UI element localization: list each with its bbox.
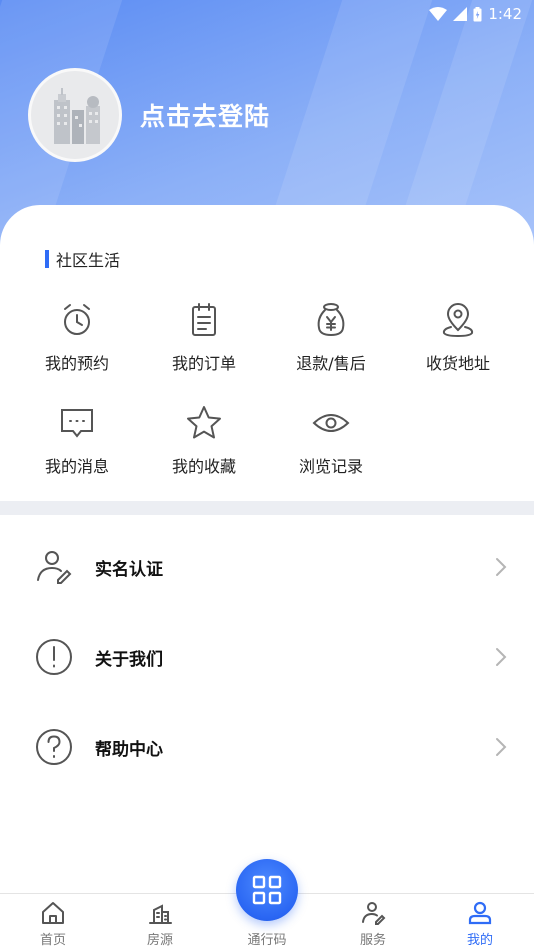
avatar[interactable] bbox=[28, 68, 122, 162]
message-icon bbox=[61, 409, 93, 438]
chevron-right-icon bbox=[496, 648, 507, 666]
qr-code-icon bbox=[252, 875, 282, 905]
grid-label: 退款/售后 bbox=[296, 354, 366, 373]
menu-label: 实名认证 bbox=[95, 559, 163, 580]
profile-login-area[interactable]: 点击去登陆 bbox=[28, 68, 270, 162]
battery-icon bbox=[473, 6, 482, 21]
profile-icon bbox=[468, 901, 492, 925]
chevron-right-icon bbox=[496, 738, 507, 756]
login-prompt[interactable]: 点击去登陆 bbox=[140, 97, 270, 133]
status-bar: 1:42 bbox=[0, 0, 534, 28]
money-bag-icon bbox=[317, 303, 345, 337]
help-circle-icon bbox=[36, 729, 72, 765]
grid-item-messages[interactable]: 我的消息 bbox=[13, 403, 141, 477]
user-edit-icon bbox=[37, 551, 72, 584]
star-icon bbox=[187, 406, 221, 439]
grid-item-appointment[interactable]: 我的预约 bbox=[13, 300, 141, 374]
title-accent-bar bbox=[45, 250, 49, 268]
tab-label: 首页 bbox=[39, 933, 66, 948]
grid-item-favorites[interactable]: 我的收藏 bbox=[140, 403, 268, 477]
grid-label: 我的收藏 bbox=[171, 457, 236, 476]
service-user-icon bbox=[362, 902, 386, 925]
grid-label: 我的消息 bbox=[44, 457, 109, 476]
menu-about-us[interactable]: 关于我们 bbox=[0, 612, 534, 702]
grid-label: 收货地址 bbox=[425, 354, 490, 373]
tab-label: 我的 bbox=[466, 933, 493, 948]
community-card: 社区生活 我的预约 我的订单 退款/售后 收货地址 我的消息 我的收藏 浏览记录 bbox=[0, 205, 534, 501]
clipboard-icon bbox=[192, 303, 216, 336]
section-title: 社区生活 bbox=[45, 247, 120, 271]
grid-item-refund[interactable]: 退款/售后 bbox=[267, 300, 395, 374]
signal-icon bbox=[453, 7, 468, 21]
grid-label: 我的订单 bbox=[171, 354, 236, 373]
grid-item-orders[interactable]: 我的订单 bbox=[140, 300, 268, 374]
menu-label: 帮助中心 bbox=[95, 739, 163, 760]
tab-home[interactable]: 首页 bbox=[13, 894, 93, 950]
section-divider bbox=[0, 501, 534, 515]
grid-label: 浏览记录 bbox=[298, 457, 363, 476]
home-icon bbox=[42, 902, 64, 924]
menu-label: 关于我们 bbox=[95, 649, 163, 670]
pass-code-label[interactable]: 通行码 bbox=[226, 929, 308, 948]
chevron-right-icon bbox=[496, 558, 507, 576]
menu-help-center[interactable]: 帮助中心 bbox=[0, 702, 534, 792]
section-title-text: 社区生活 bbox=[56, 251, 121, 270]
tab-services[interactable]: 服务 bbox=[333, 894, 413, 950]
building-avatar-icon bbox=[54, 88, 100, 144]
tab-listings[interactable]: 房源 bbox=[120, 894, 200, 950]
alarm-clock-icon bbox=[64, 304, 90, 335]
eye-icon bbox=[312, 414, 350, 432]
grid-item-address[interactable]: 收货地址 bbox=[394, 300, 522, 374]
building-icon bbox=[149, 904, 172, 924]
info-circle-icon bbox=[36, 639, 72, 675]
tab-label: 服务 bbox=[359, 933, 386, 948]
tab-mine[interactable]: 我的 bbox=[440, 894, 520, 950]
tab-label: 房源 bbox=[146, 933, 173, 948]
wifi-icon bbox=[429, 7, 448, 21]
location-pin-icon bbox=[442, 303, 474, 338]
menu-real-name-auth[interactable]: 实名认证 bbox=[0, 522, 534, 612]
pass-code-button[interactable] bbox=[236, 859, 298, 921]
status-time: 1:42 bbox=[488, 5, 522, 23]
grid-label: 我的预约 bbox=[44, 354, 109, 373]
grid-item-history[interactable]: 浏览记录 bbox=[267, 403, 395, 477]
